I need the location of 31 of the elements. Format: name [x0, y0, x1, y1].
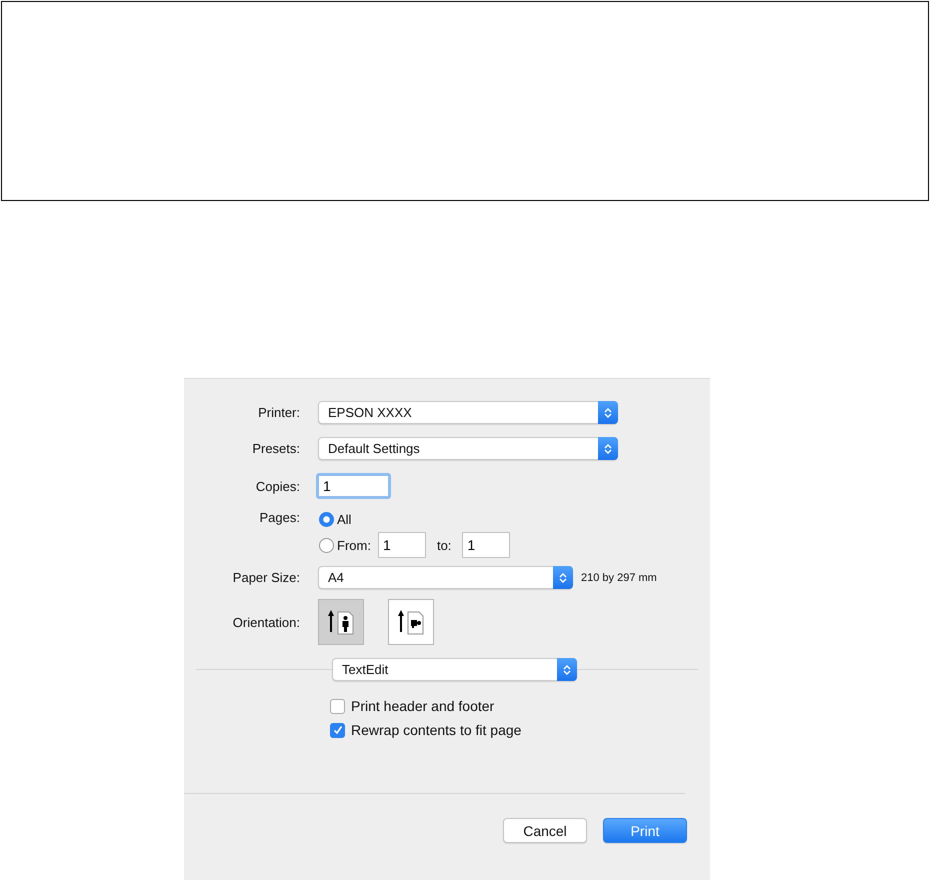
radio-label[interactable]: From: [337, 538, 371, 552]
checkbox-label[interactable]: Print header and footer [351, 698, 494, 714]
field-label: Pages: [258, 509, 301, 525]
printer-dropdown[interactable]: EPSON XXXX [318, 401, 618, 424]
from-page-field[interactable]: 1 [378, 532, 426, 558]
checkbox[interactable] [330, 722, 345, 738]
field-label: Orientation: [232, 614, 301, 630]
field-label: to: [436, 538, 452, 552]
field-label: Printer: [257, 405, 301, 420]
copies-field[interactable]: 1 [316, 473, 391, 499]
paper-size-dropdown[interactable]: A4 [318, 566, 573, 589]
radio-label[interactable]: All [337, 512, 352, 526]
dialog-button[interactable]: Cancel [503, 818, 587, 843]
stepper-icon [559, 572, 567, 584]
paper-dimensions: 210 by 297 mm [581, 572, 657, 584]
field-label: Copies: [254, 478, 301, 494]
radio-button[interactable] [319, 538, 334, 552]
stepper-icon [563, 664, 571, 676]
presets-dropdown[interactable]: Default Settings [318, 437, 618, 460]
portrait-orientation-button[interactable] [318, 599, 364, 645]
field-label: Paper Size: [232, 570, 301, 585]
field-label: Presets: [251, 441, 301, 456]
checkbox[interactable] [330, 698, 345, 714]
to-page-field[interactable]: 1 [462, 532, 510, 558]
landscape-orientation-button[interactable] [388, 599, 434, 645]
radio-button[interactable] [319, 512, 334, 526]
app-options-dropdown[interactable]: TextEdit [332, 658, 577, 681]
checkmark-icon [332, 725, 342, 735]
checkbox-label[interactable]: Rewrap contents to fit page [351, 722, 522, 738]
stepper-icon [604, 406, 612, 418]
stepper-icon [604, 442, 612, 454]
